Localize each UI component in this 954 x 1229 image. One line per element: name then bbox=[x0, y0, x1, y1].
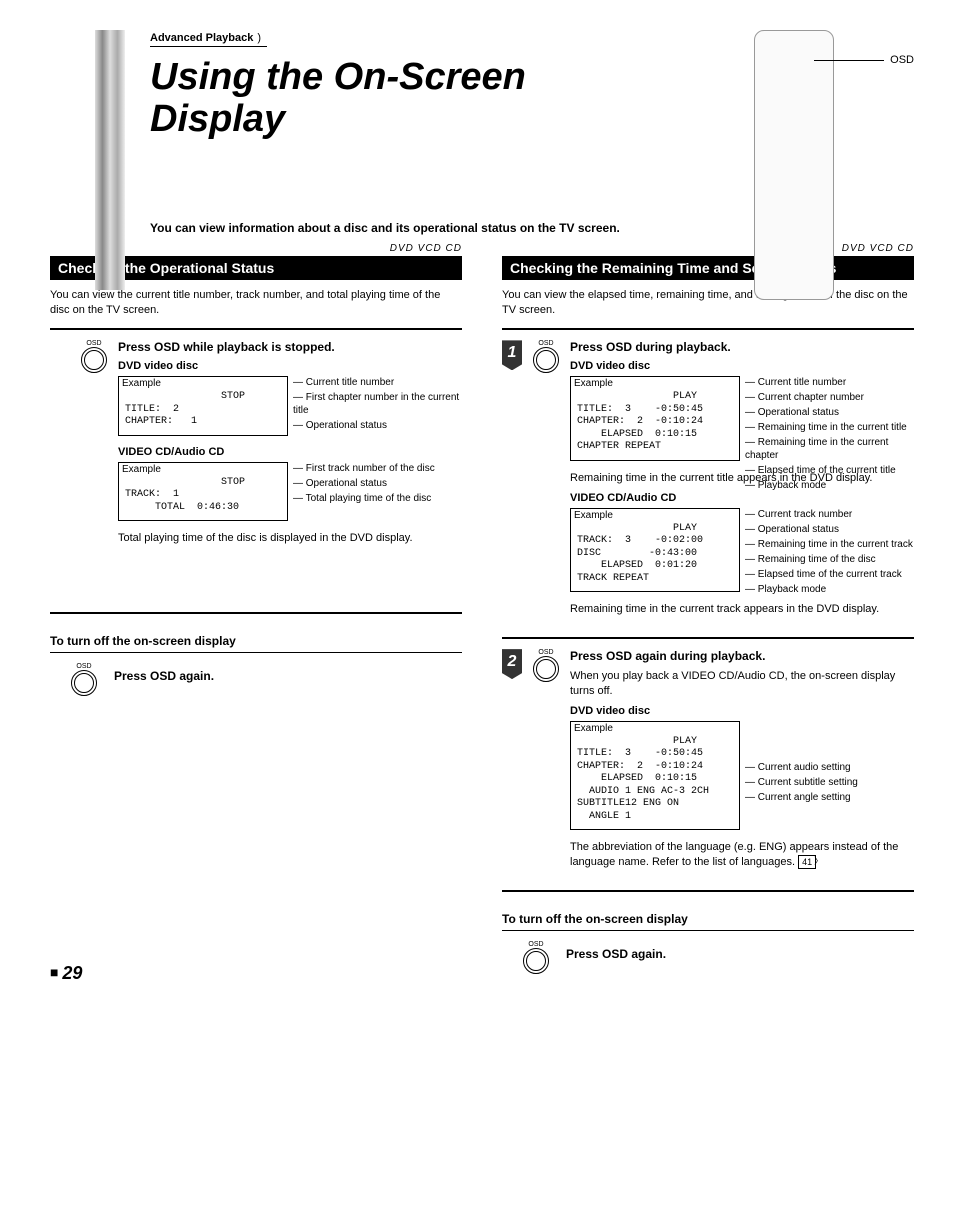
remote-illustration bbox=[754, 30, 834, 300]
vcd-subhead: VIDEO CD/Audio CD bbox=[118, 446, 462, 458]
step-title: Press OSD while playback is stopped. bbox=[118, 340, 462, 354]
callouts: Current audio setting Current subtitle s… bbox=[745, 761, 858, 806]
dvd-subhead: DVD video disc bbox=[570, 360, 914, 372]
osd-button-icon: OSD bbox=[70, 663, 98, 696]
rule bbox=[50, 652, 462, 653]
osd-icon bbox=[533, 347, 559, 373]
section-tab: Advanced Playback bbox=[150, 30, 267, 47]
binding-spine bbox=[95, 30, 125, 290]
step-title: Press OSD during playback. bbox=[570, 340, 914, 354]
page-number: 29 bbox=[50, 963, 82, 984]
note: Remaining time in the current track appe… bbox=[570, 602, 914, 617]
intro-text: You can view information about a disc an… bbox=[150, 221, 630, 235]
remote-osd-label: OSD bbox=[890, 54, 914, 66]
page-title: Using the On-Screen Display bbox=[150, 57, 600, 141]
page-ref: 41 bbox=[798, 855, 816, 869]
osd-button-icon: OSD bbox=[532, 649, 560, 876]
step-title: Press OSD again during playback. bbox=[570, 649, 914, 663]
step-number-2: 2 bbox=[502, 649, 522, 679]
dvd-subhead: DVD video disc bbox=[570, 705, 914, 717]
callouts: Current title number Current chapter num… bbox=[745, 376, 914, 494]
turnoff-text: Press OSD again. bbox=[566, 947, 666, 961]
osd-screen-vcd-play: PLAY TRACK: 3 -0:02:00 DISC -0:43:00 ELA… bbox=[570, 508, 740, 593]
rule bbox=[502, 890, 914, 892]
rule bbox=[50, 328, 462, 330]
turnoff-heading: To turn off the on-screen display bbox=[50, 634, 462, 648]
rule bbox=[502, 930, 914, 931]
turnoff-text: Press OSD again. bbox=[114, 669, 214, 683]
rule bbox=[502, 328, 914, 330]
rule bbox=[502, 637, 914, 639]
osd-button-icon: OSD bbox=[532, 340, 560, 623]
note: Total playing time of the disc is displa… bbox=[118, 531, 462, 546]
remote-leader-line bbox=[814, 60, 884, 61]
rule bbox=[50, 612, 462, 614]
section-desc-left: You can view the current title number, t… bbox=[50, 288, 462, 319]
osd-screen-dvd: STOP TITLE: 2 CHAPTER: 1 bbox=[118, 376, 288, 436]
left-column: DVD VCD CD Checking the Operational Stat… bbox=[50, 243, 462, 974]
osd-button-icon: OSD bbox=[522, 941, 550, 974]
osd-icon bbox=[81, 347, 107, 373]
osd-screen-dvd-play: PLAY TITLE: 3 -0:50:45 CHAPTER: 2 -0:10:… bbox=[570, 376, 740, 461]
callouts: Current track number Operational status … bbox=[745, 508, 913, 598]
callouts: First track number of the disc Operation… bbox=[293, 462, 435, 507]
osd-icon bbox=[71, 670, 97, 696]
callouts: Current title number First chapter numbe… bbox=[293, 376, 462, 434]
osd-screen-dvd-settings: PLAY TITLE: 3 -0:50:45 CHAPTER: 2 -0:10:… bbox=[570, 721, 740, 831]
osd-screen-vcd: STOP TRACK: 1 TOTAL 0:46:30 bbox=[118, 462, 288, 522]
turnoff-heading: To turn off the on-screen display bbox=[502, 912, 914, 926]
osd-icon bbox=[523, 948, 549, 974]
osd-icon bbox=[533, 656, 559, 682]
disc-badges: DVD VCD CD bbox=[502, 243, 914, 254]
osd-button-icon: OSD bbox=[80, 340, 108, 552]
right-column: DVD VCD CD Checking the Remaining Time a… bbox=[502, 243, 914, 974]
step-number-1: 1 bbox=[502, 340, 522, 370]
step-desc: When you play back a VIDEO CD/Audio CD, … bbox=[570, 669, 914, 699]
note: The abbreviation of the language (e.g. E… bbox=[570, 840, 914, 870]
section-desc-right: You can view the elapsed time, remaining… bbox=[502, 288, 914, 319]
section-heading-right: Checking the Remaining Time and Setting … bbox=[502, 256, 914, 280]
dvd-subhead: DVD video disc bbox=[118, 360, 462, 372]
